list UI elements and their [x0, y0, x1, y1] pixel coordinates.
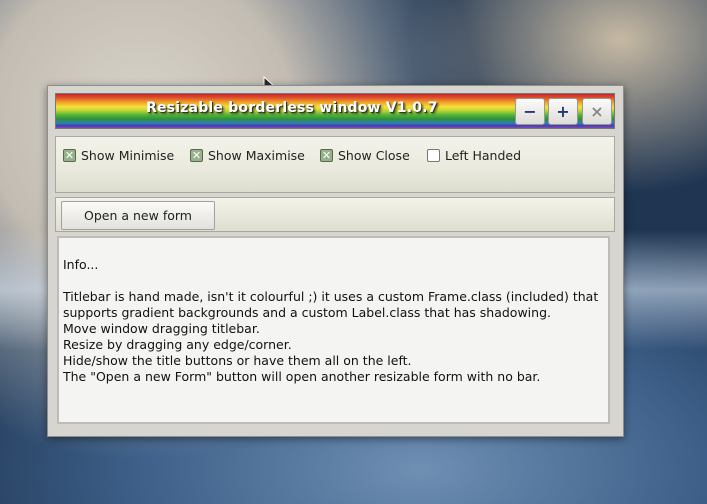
checkbox-unchecked-icon[interactable]: [427, 148, 440, 162]
button-panel: Open a new form: [55, 197, 615, 232]
checkbox-checked-icon[interactable]: ✕: [320, 148, 333, 162]
maximise-button[interactable]: +: [548, 98, 578, 125]
minimise-button[interactable]: −: [515, 98, 545, 125]
options-panel: ✕ Show Minimise ✕ Show Maximise ✕ Show C…: [55, 136, 615, 193]
checkbox-label: Show Minimise: [81, 147, 175, 163]
left-handed-checkbox[interactable]: Left Handed: [427, 146, 521, 164]
info-line: The "Open a new Form" button will open a…: [63, 369, 541, 384]
info-line: Hide/show the title buttons or have them…: [63, 353, 412, 368]
checkbox-label: Left Handed: [445, 147, 522, 163]
info-line: Resize by dragging any edge/corner.: [63, 337, 292, 352]
checkbox-label: Show Maximise: [208, 147, 305, 163]
window-title: Resizable borderless window V1.0.7: [146, 100, 438, 116]
open-new-form-button[interactable]: Open a new form: [61, 201, 215, 230]
info-heading: Info...: [63, 257, 99, 272]
show-maximise-checkbox[interactable]: ✕ Show Maximise: [190, 146, 305, 164]
app-window: Resizable borderless window V1.0.7 − + ×…: [47, 85, 624, 437]
info-text-area[interactable]: Info... Titlebar is hand made, isn't it …: [57, 236, 610, 424]
info-text: Info... Titlebar is hand made, isn't it …: [63, 257, 598, 385]
info-line: supports gradient backgrounds and a cust…: [63, 305, 551, 320]
minus-icon: −: [523, 101, 537, 121]
titlebar[interactable]: Resizable borderless window V1.0.7 − + ×: [55, 93, 615, 129]
show-minimise-checkbox[interactable]: ✕ Show Minimise: [63, 146, 174, 164]
close-button[interactable]: ×: [582, 98, 612, 125]
info-line: Titlebar is hand made, isn't it colourfu…: [63, 289, 599, 304]
show-close-checkbox[interactable]: ✕ Show Close: [320, 146, 410, 164]
info-line: Move window dragging titlebar.: [63, 321, 260, 336]
close-icon: ×: [590, 101, 604, 121]
checkbox-label: Show Close: [338, 147, 410, 163]
plus-icon: +: [556, 101, 570, 121]
checkbox-checked-icon[interactable]: ✕: [63, 148, 76, 162]
checkbox-checked-icon[interactable]: ✕: [190, 148, 203, 162]
